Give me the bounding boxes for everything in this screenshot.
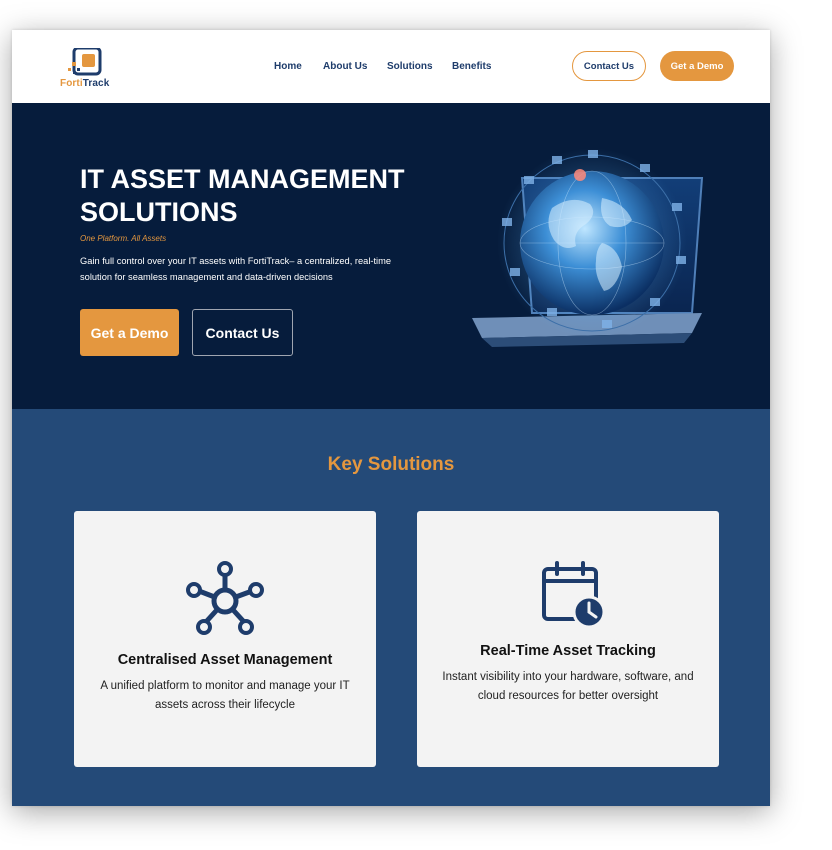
section-title: Key Solutions [327, 454, 455, 475]
nav-home[interactable]: Home [274, 61, 302, 72]
card-description: Instant visibility into your hardware, s… [442, 671, 694, 702]
site-header: FortiTrack Home About Us Solutions Benef… [12, 30, 770, 103]
hero-contact-button[interactable]: Contact Us [192, 309, 293, 356]
header-contact-button[interactable]: Contact Us [572, 51, 646, 81]
nav-solutions[interactable]: Solutions [387, 61, 433, 72]
logo-wordmark: FortiTrack [60, 78, 110, 89]
logo-icon [68, 46, 102, 76]
hero-description: Gain full control over your IT assets wi… [80, 256, 392, 282]
globe-laptop-image [472, 148, 704, 347]
solution-card-centralised[interactable]: Centralised Asset Management A unified p… [74, 511, 376, 767]
solution-card-real-time-tracking[interactable]: Real-Time Asset Tracking Instant visibil… [417, 511, 719, 767]
hero-title: IT ASSET MANAGEMENT SOLUTIONS [80, 164, 405, 227]
hero-section: IT ASSET MANAGEMENT SOLUTIONS One Platfo… [12, 103, 770, 409]
card-description: A unified platform to monitor and manage… [100, 680, 350, 711]
nav-benefits[interactable]: Benefits [452, 61, 491, 72]
globe-laptop-illustration [452, 148, 722, 363]
nav-about-us[interactable]: About Us [323, 61, 367, 72]
browser-page: FortiTrack Home About Us Solutions Benef… [12, 30, 770, 806]
calendar-clock-icon [541, 561, 607, 634]
hero-tagline: One Platform. All Assets [80, 234, 167, 243]
card-title: Real-Time Asset Tracking [480, 643, 656, 659]
key-solutions-section: Key Solutions Centralised Asset Manageme… [12, 409, 770, 806]
header-demo-button[interactable]: Get a Demo [660, 51, 734, 81]
hero-demo-button[interactable]: Get a Demo [80, 309, 179, 356]
card-title: Centralised Asset Management [117, 652, 333, 668]
network-hub-icon [185, 561, 265, 644]
